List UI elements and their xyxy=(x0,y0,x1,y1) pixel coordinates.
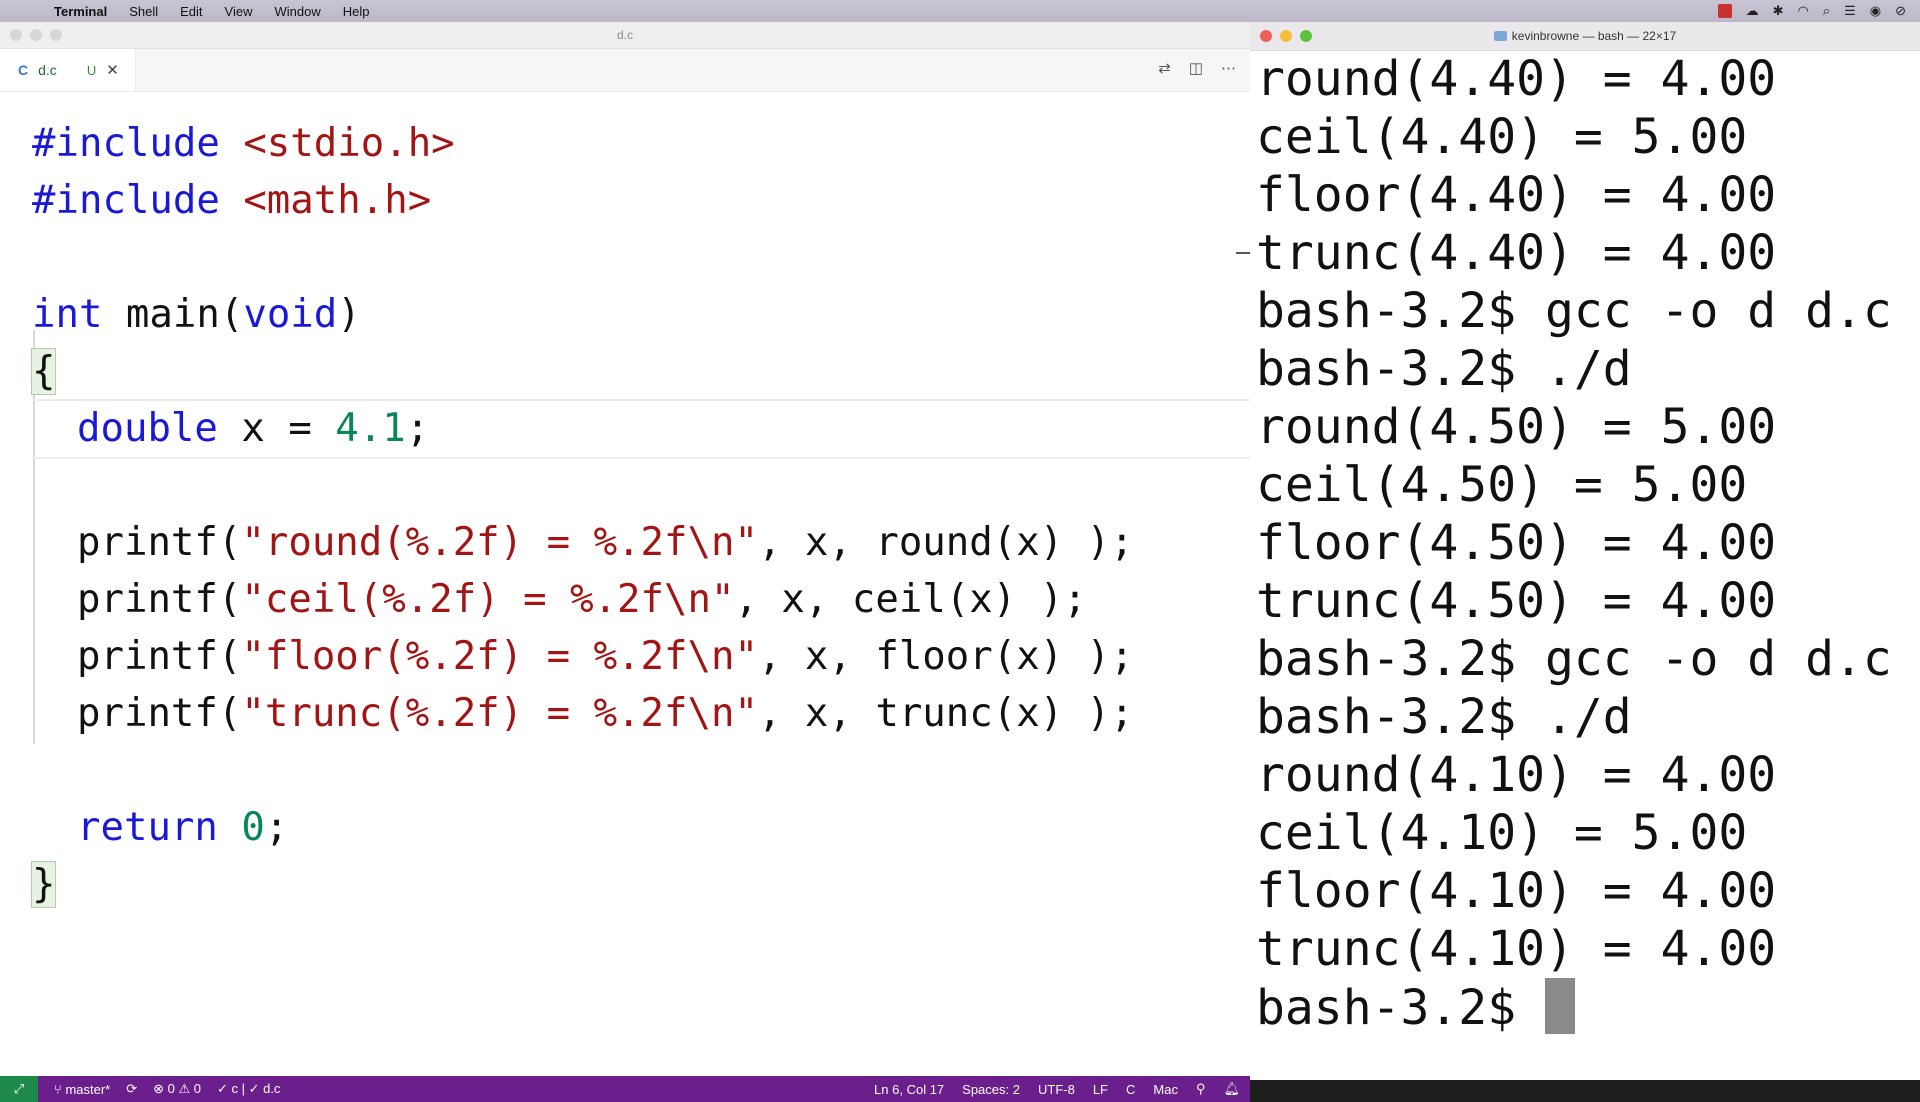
terminal-prompt: bash-3.2$ xyxy=(1256,980,1545,1036)
tab-d-c[interactable]: C d.c U ✕ xyxy=(0,49,136,91)
terminal-line: ceil(4.10) = 5.00 xyxy=(1256,805,1748,861)
code-line-10: printf("floor(%.2f) = %.2f\n", x, floor(… xyxy=(77,634,1134,679)
terminal-line: trunc(4.40) = 4.00 xyxy=(1256,225,1777,281)
untracked-badge: U xyxy=(86,62,97,78)
zoom-window-button[interactable] xyxy=(50,29,62,41)
file-encoding[interactable]: UTF-8 xyxy=(1038,1082,1075,1097)
terminal-prompt-line[interactable]: bash-3.2$ xyxy=(1256,978,1575,1036)
code-line-14: } xyxy=(30,857,57,913)
bluetooth-icon[interactable]: ✱ xyxy=(1773,3,1784,19)
wifi-icon[interactable]: ◠ xyxy=(1797,3,1808,19)
tab-label: d.c xyxy=(38,62,57,78)
terminal-line: bash-3.2$ ./d xyxy=(1256,341,1632,397)
platform[interactable]: Mac xyxy=(1153,1082,1178,1097)
code-line-2: #include <math.h> xyxy=(32,178,432,223)
code-line-13: return 0; xyxy=(77,805,289,850)
lint-status[interactable]: ✓ c | ✓ d.c xyxy=(217,1081,280,1097)
terminal-output[interactable]: round(4.40) = 4.00 ceil(4.40) = 5.00 flo… xyxy=(1250,50,1920,1080)
more-actions-icon[interactable]: ⋯ xyxy=(1221,59,1236,77)
accounts-icon[interactable]: ⚲ xyxy=(1196,1081,1206,1097)
matched-brace-open: { xyxy=(30,348,57,395)
indentation[interactable]: Spaces: 2 xyxy=(962,1082,1020,1097)
branch-icon: ⑂ xyxy=(54,1081,62,1097)
terminal-line: ceil(4.40) = 5.00 xyxy=(1256,109,1748,165)
terminal-line: trunc(4.50) = 4.00 xyxy=(1256,573,1777,629)
matched-brace-close: } xyxy=(30,861,57,908)
end-of-line[interactable]: LF xyxy=(1093,1082,1108,1097)
terminal-line: floor(4.10) = 4.00 xyxy=(1256,863,1777,919)
minimize-window-button[interactable] xyxy=(1280,30,1292,42)
terminal-line: bash-3.2$ gcc -o d d.c xyxy=(1256,283,1892,339)
sync-icon[interactable]: ⟳ xyxy=(126,1081,137,1097)
terminal-line: trunc(4.10) = 4.00 xyxy=(1256,921,1777,977)
code-line-9: printf("ceil(%.2f) = %.2f\n", x, ceil(x)… xyxy=(77,577,1087,622)
menu-item-help[interactable]: Help xyxy=(343,4,370,19)
folder-icon xyxy=(1493,31,1507,41)
menu-item-window[interactable]: Window xyxy=(275,4,321,19)
code-line-5: { xyxy=(30,344,57,400)
terminal-window-controls xyxy=(1260,30,1312,42)
window-controls xyxy=(10,29,62,41)
do-not-disturb-icon[interactable]: ⊘ xyxy=(1895,3,1906,19)
menu-bar-tray: ☁ ✱ ◠ ⌕ ☰ ◉ ⊘ xyxy=(1717,0,1906,22)
menu-item-terminal[interactable]: Terminal xyxy=(54,4,107,19)
notifications-bell-icon[interactable]: 🔔︎ xyxy=(1223,1081,1240,1097)
language-mode[interactable]: C xyxy=(1126,1082,1135,1097)
c-language-icon: C xyxy=(18,62,29,78)
cursor-position[interactable]: Ln 6, Col 17 xyxy=(874,1082,944,1097)
terminal-titlebar: kevinbrowne — bash — 22×17 xyxy=(1250,22,1920,51)
editor-window-title: d.c xyxy=(616,28,633,42)
editor-tab-bar: C d.c U ✕ ⇄ ◫ ⋯ xyxy=(0,49,1250,92)
terminal-line: floor(4.40) = 4.00 xyxy=(1256,167,1777,223)
menu-bar: Terminal Shell Edit View Window Help ☁ ✱… xyxy=(0,0,1920,22)
code-line-1: #include <stdio.h> xyxy=(32,121,455,166)
search-icon[interactable]: ⌕ xyxy=(1823,3,1830,19)
split-sash[interactable] xyxy=(1236,252,1250,254)
terminal-line: floor(4.50) = 4.00 xyxy=(1256,515,1777,571)
problems-indicator[interactable]: ⊗ 0 ⚠ 0 xyxy=(153,1081,201,1097)
close-window-button[interactable] xyxy=(1260,30,1272,42)
siri-icon[interactable]: ◉ xyxy=(1870,3,1881,19)
control-center-icon[interactable]: ☰ xyxy=(1844,3,1856,19)
close-window-button[interactable] xyxy=(10,29,22,41)
code-line-4: int main(void) xyxy=(32,292,361,337)
menu-item-shell[interactable]: Shell xyxy=(129,4,158,19)
menu-item-view[interactable]: View xyxy=(225,4,253,19)
terminal-cursor xyxy=(1544,978,1575,1034)
minimize-window-button[interactable] xyxy=(30,29,42,41)
app-status-icon[interactable] xyxy=(1717,4,1732,18)
menu-item-edit[interactable]: Edit xyxy=(180,4,202,19)
editor-window: d.c C d.c U ✕ ⇄ ◫ ⋯ #include <stdio.h> #… xyxy=(0,22,1250,1102)
terminal-line: round(4.40) = 4.00 xyxy=(1256,51,1777,107)
zoom-window-button[interactable] xyxy=(1300,30,1312,42)
terminal-line: ceil(4.50) = 5.00 xyxy=(1256,457,1748,513)
close-tab-icon[interactable]: ✕ xyxy=(106,61,119,79)
terminal-window: kevinbrowne — bash — 22×17 round(4.40) =… xyxy=(1250,22,1920,1080)
code-editor[interactable]: #include <stdio.h> #include <math.h> int… xyxy=(0,116,1250,1078)
editor-actions: ⇄ ◫ ⋯ xyxy=(1158,59,1236,77)
code-line-11: printf("trunc(%.2f) = %.2f\n", x, trunc(… xyxy=(77,691,1134,736)
cloud-icon[interactable]: ☁ xyxy=(1746,3,1759,19)
split-editor-icon[interactable]: ◫ xyxy=(1189,59,1203,77)
compare-changes-icon[interactable]: ⇄ xyxy=(1158,59,1171,77)
code-line-8: printf("round(%.2f) = %.2f\n", x, round(… xyxy=(77,520,1134,565)
code-line-6: double x = 4.1; xyxy=(77,406,430,451)
terminal-line: round(4.50) = 5.00 xyxy=(1256,399,1777,455)
terminal-title: kevinbrowne — bash — 22×17 xyxy=(1511,29,1677,43)
terminal-line: bash-3.2$ gcc -o d d.c xyxy=(1256,631,1892,687)
terminal-line: bash-3.2$ ./d xyxy=(1256,689,1632,745)
terminal-line: round(4.10) = 4.00 xyxy=(1256,747,1777,803)
editor-titlebar: d.c xyxy=(0,22,1250,49)
git-branch[interactable]: ⑂ master* xyxy=(54,1082,110,1097)
